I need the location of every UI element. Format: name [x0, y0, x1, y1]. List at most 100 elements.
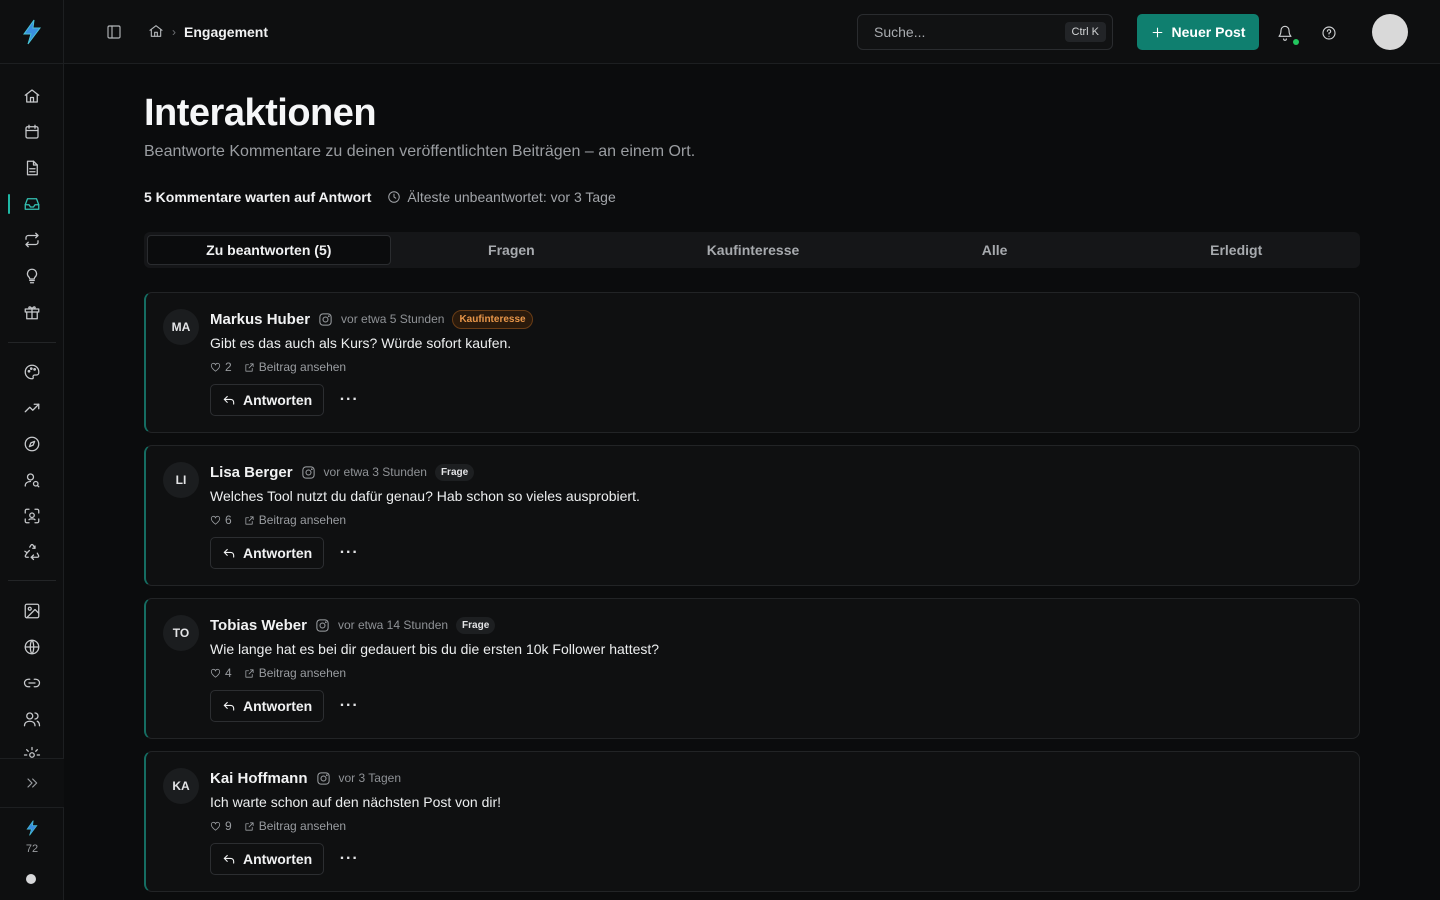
gift-icon — [24, 306, 40, 320]
sidebar-divider — [8, 342, 56, 343]
comment-header: Markus Huber vor etwa 5 Stunden Kaufinte… — [210, 308, 533, 330]
oldest-unanswered-text: Älteste unbeantwortet: vor 3 Tage — [407, 189, 616, 205]
commenter-name[interactable]: Markus Huber — [210, 311, 310, 328]
sidebar-item-explore[interactable] — [0, 426, 64, 462]
repeat-icon — [25, 232, 39, 248]
commenter-name[interactable]: Kai Hoffmann — [210, 770, 308, 787]
link-icon — [23, 678, 41, 688]
tab-done[interactable]: Erledigt — [1115, 235, 1357, 265]
question-badge: Frage — [456, 616, 496, 634]
commenter-name[interactable]: Tobias Weber — [210, 617, 307, 634]
more-options-icon[interactable]: ··· — [338, 389, 360, 411]
credits-indicator[interactable]: 72 — [0, 820, 64, 855]
sidebar-item-design[interactable] — [0, 354, 64, 390]
sidebar-item-scan[interactable] — [0, 498, 64, 534]
sidebar-item-repurpose[interactable] — [0, 222, 64, 258]
sidebar-item-ideas[interactable] — [0, 258, 64, 294]
home-icon — [24, 89, 40, 103]
commenter-avatar: LI — [163, 462, 199, 498]
external-link-icon — [245, 515, 254, 525]
more-options-icon[interactable]: ··· — [338, 695, 360, 717]
sidebar-nav-settings — [0, 593, 64, 773]
comment-time: vor etwa 3 Stunden — [323, 465, 427, 479]
sidebar-item-links[interactable] — [0, 665, 64, 701]
sidebar-item-gifts[interactable] — [0, 294, 64, 330]
tab-all[interactable]: Alle — [874, 235, 1116, 265]
reply-label: Antworten — [243, 851, 313, 867]
user-status-dot[interactable] — [26, 874, 36, 884]
commenter-name[interactable]: Lisa Berger — [210, 464, 293, 481]
comment-card: KA Kai Hoffmann vor 3 Tagen Ich warte sc… — [144, 751, 1360, 892]
reply-button[interactable]: Antworten — [210, 843, 325, 875]
sidebar-item-web[interactable] — [0, 629, 64, 665]
inbox-icon — [24, 198, 40, 210]
compass-icon — [24, 436, 40, 452]
comment-card: TO Tobias Weber vor etwa 14 Stunden Frag… — [144, 598, 1360, 739]
commenter-avatar: TO — [163, 615, 199, 651]
view-post-link[interactable]: Beitrag ansehen — [244, 819, 346, 833]
new-post-button[interactable]: Neuer Post — [1137, 14, 1259, 50]
comment-time: vor 3 Tagen — [338, 771, 402, 785]
comment-actions: Antworten ··· — [210, 690, 360, 722]
more-options-icon[interactable]: ··· — [338, 542, 360, 564]
sidebar-item-home[interactable] — [0, 78, 64, 114]
app-root: 72 › Engagement Ctrl K Neuer Post — [0, 0, 1440, 900]
user-search-icon — [24, 473, 40, 488]
tab-purchase-interest[interactable]: Kaufinteresse — [632, 235, 874, 265]
sidebar-item-engagement[interactable] — [0, 186, 64, 222]
sidebar-item-posts[interactable] — [0, 150, 64, 186]
sidebar-nav-tools — [0, 354, 64, 570]
search-shortcut-badge: Ctrl K — [1064, 22, 1106, 42]
comment-likes: 2 — [210, 360, 232, 374]
trending-up-icon — [24, 403, 40, 413]
sidebar-item-audience[interactable] — [0, 462, 64, 498]
user-avatar[interactable] — [1372, 14, 1408, 50]
heart-icon — [210, 515, 221, 525]
sidebar-item-recycle[interactable] — [0, 534, 64, 570]
reply-label: Antworten — [243, 392, 313, 408]
reply-button[interactable]: Antworten — [210, 537, 325, 569]
comment-header: Kai Hoffmann vor 3 Tagen — [210, 767, 401, 789]
new-post-label: Neuer Post — [1171, 24, 1246, 40]
comment-meta: 6 Beitrag ansehen — [210, 513, 346, 527]
search-box[interactable]: Ctrl K — [857, 14, 1113, 50]
comment-likes: 9 — [210, 819, 232, 833]
reply-icon — [223, 548, 235, 558]
sidebar-item-calendar[interactable] — [0, 114, 64, 150]
view-post-label: Beitrag ansehen — [258, 513, 347, 527]
more-options-icon[interactable]: ··· — [338, 848, 360, 870]
sidebar-expand-button[interactable] — [0, 758, 64, 808]
heart-icon — [210, 668, 221, 678]
reply-icon — [223, 854, 235, 864]
instagram-icon — [318, 312, 333, 327]
tab-questions[interactable]: Fragen — [391, 235, 633, 265]
sidebar-toggle-button[interactable] — [104, 22, 124, 42]
comment-header: Tobias Weber vor etwa 14 Stunden Frage — [210, 614, 496, 636]
view-post-link[interactable]: Beitrag ansehen — [244, 666, 346, 680]
calendar-icon — [25, 124, 39, 139]
sidebar-item-media[interactable] — [0, 593, 64, 629]
breadcrumb-home[interactable] — [148, 23, 164, 42]
sidebar: 72 — [0, 0, 64, 900]
like-count: 2 — [225, 360, 232, 374]
view-post-label: Beitrag ansehen — [258, 819, 347, 833]
instagram-icon — [301, 465, 316, 480]
view-post-link[interactable]: Beitrag ansehen — [244, 360, 346, 374]
sidebar-item-trends[interactable] — [0, 390, 64, 426]
reply-button[interactable]: Antworten — [210, 384, 325, 416]
notifications-button[interactable] — [1274, 22, 1299, 45]
panel-left-icon — [107, 25, 121, 39]
app-logo[interactable] — [0, 0, 64, 64]
heart-icon — [210, 821, 221, 831]
search-input[interactable] — [874, 24, 1065, 40]
chevron-right-icon: › — [172, 25, 176, 39]
tab-to-answer[interactable]: Zu beantworten (5) — [147, 235, 391, 265]
help-button[interactable] — [1318, 22, 1340, 44]
reply-button[interactable]: Antworten — [210, 690, 325, 722]
oldest-unanswered: Älteste unbeantwortet: vor 3 Tage — [387, 189, 616, 205]
like-count: 9 — [225, 819, 232, 833]
top-header: › Engagement Ctrl K Neuer Post — [64, 0, 1440, 64]
view-post-link[interactable]: Beitrag ansehen — [244, 513, 346, 527]
comment-actions: Antworten ··· — [210, 384, 360, 416]
sidebar-item-team[interactable] — [0, 701, 64, 737]
